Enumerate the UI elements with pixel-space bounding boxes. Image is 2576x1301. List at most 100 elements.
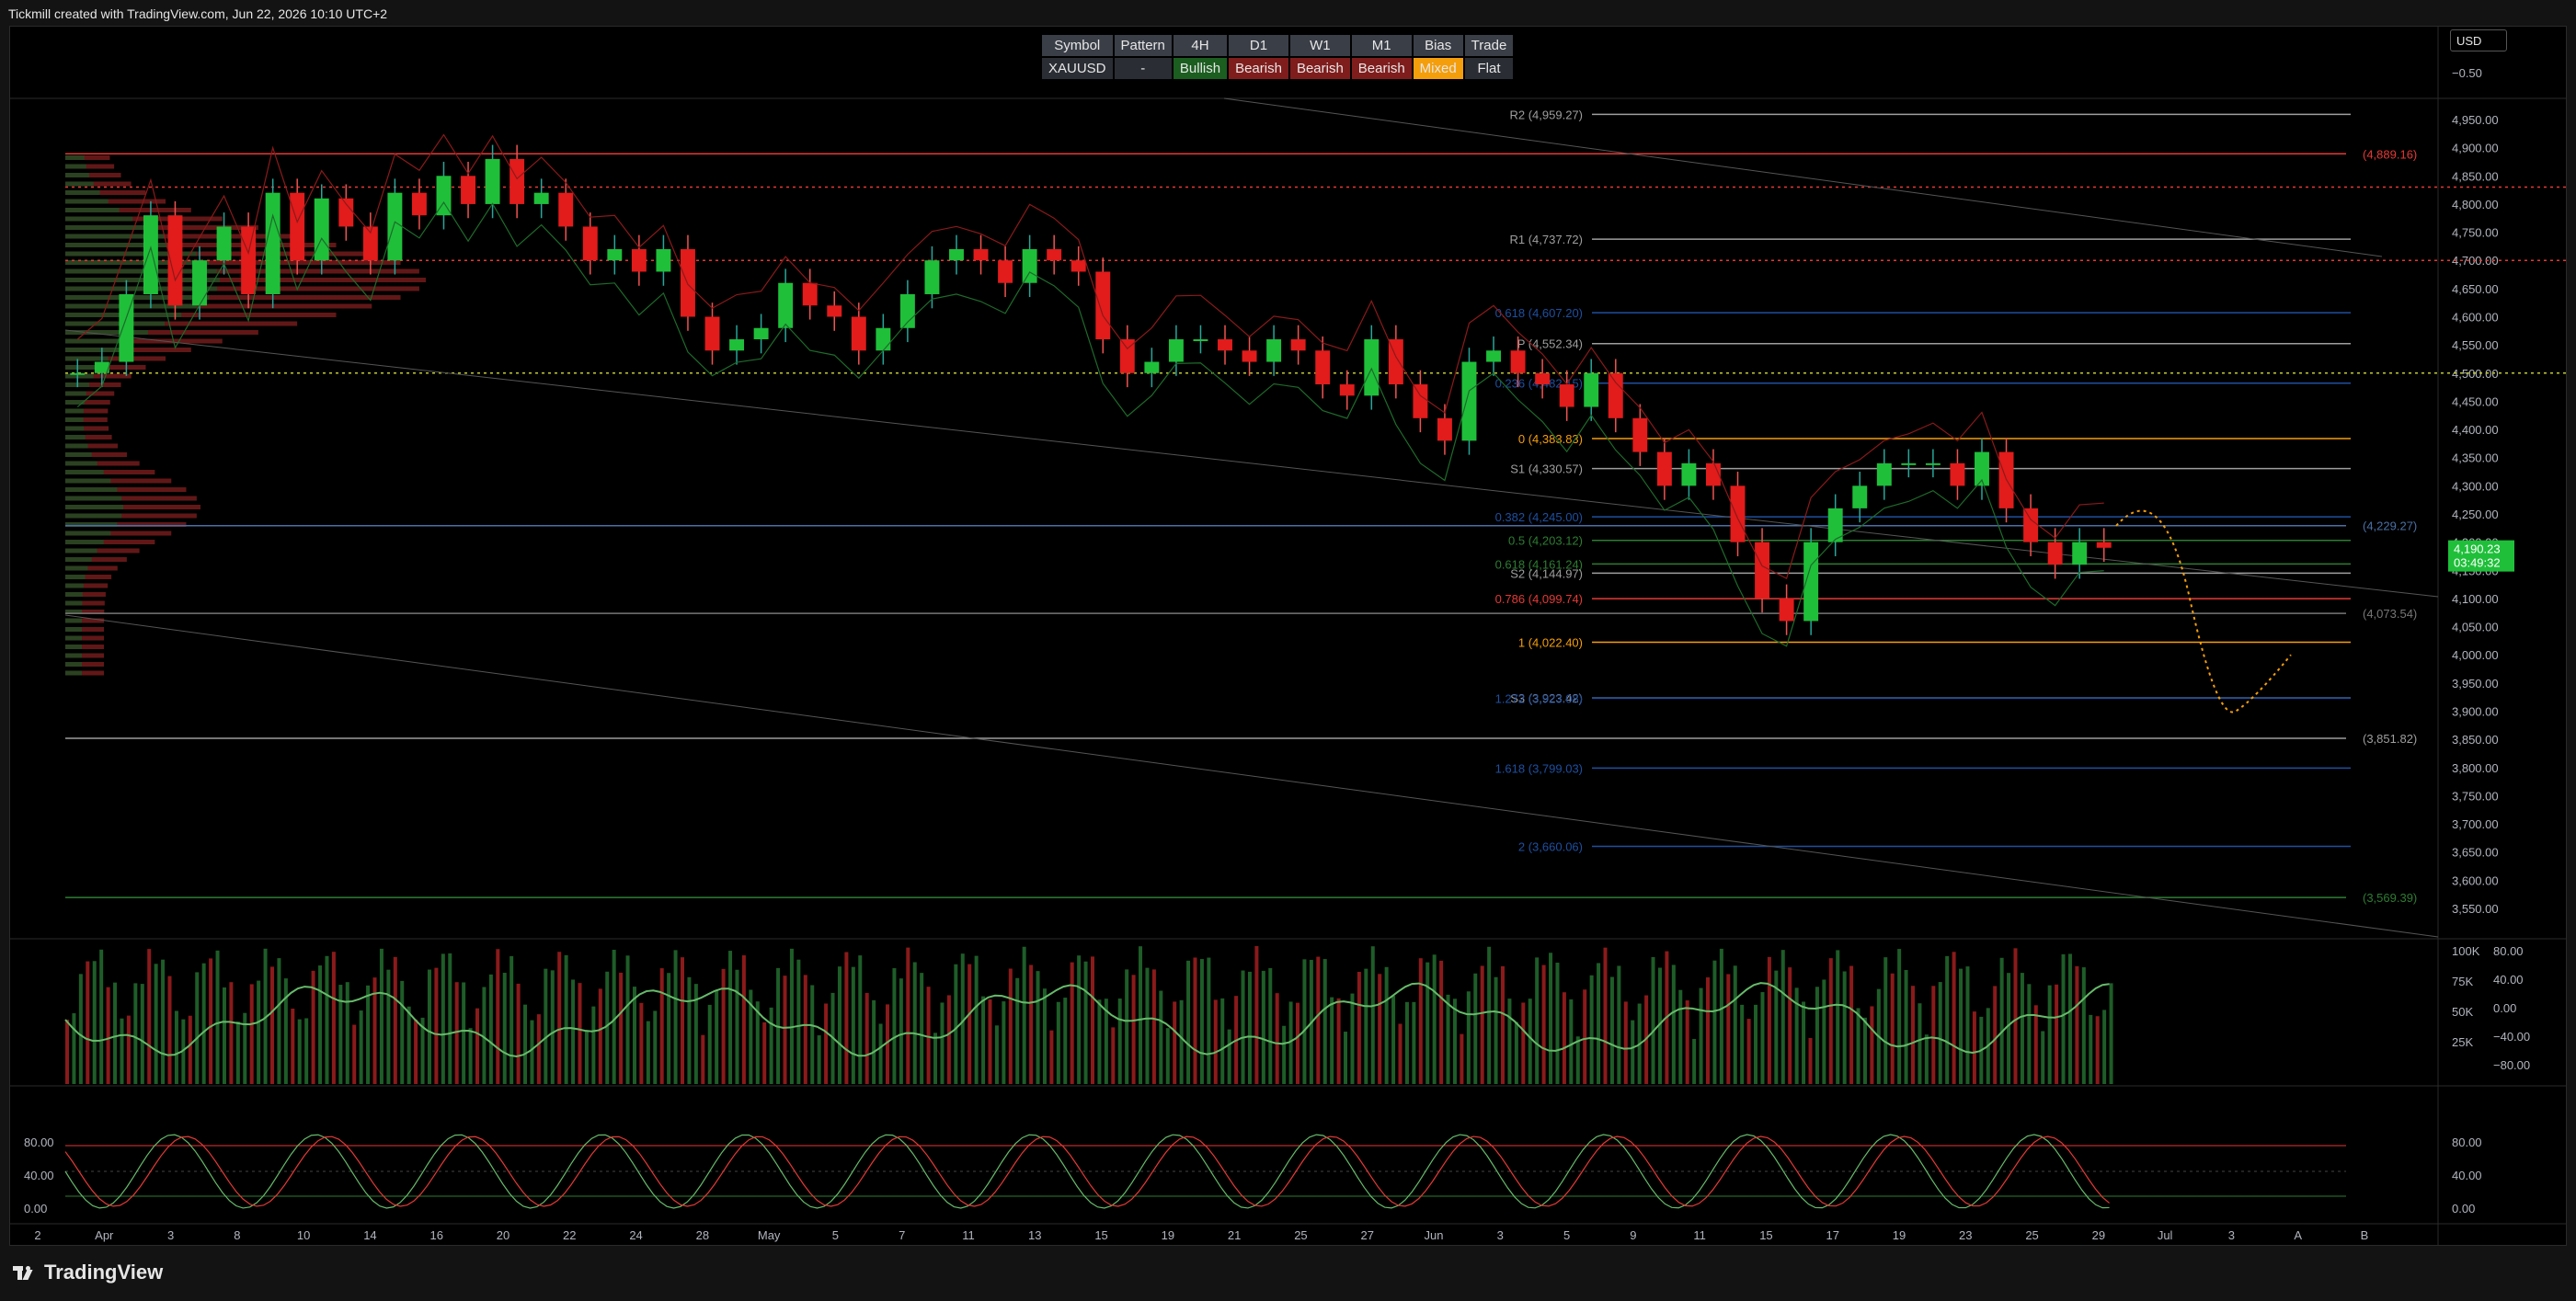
stoch-tick-right: 80.00: [2452, 1136, 2482, 1149]
volume-profile-bar: [65, 417, 84, 422]
candle: [509, 158, 525, 204]
candle: [2047, 542, 2063, 565]
volume-bar: [1828, 958, 1833, 1084]
volume-profile-bar: [65, 208, 120, 212]
level-label: (4,889.16): [2363, 147, 2417, 161]
candle: [216, 226, 232, 261]
currency-button[interactable]: USD: [2450, 29, 2507, 51]
x-tick-label: 3: [1497, 1228, 1504, 1242]
candle: [558, 192, 574, 227]
trend-line: [1223, 97, 2383, 257]
x-tick-label: 15: [1094, 1228, 1107, 1242]
candle: [314, 198, 329, 261]
volume-bar: [1870, 1006, 1874, 1084]
volume-bar: [1117, 999, 1122, 1084]
countdown-label: 03:49:32: [2454, 556, 2501, 570]
x-tick-label: 19: [1893, 1228, 1906, 1242]
stoch-tick-right: 40.00: [2452, 1169, 2482, 1182]
volume-bar: [1275, 993, 1279, 1084]
volume-bar: [1692, 1038, 1697, 1084]
level-label: 0.786 (4,099.74): [1495, 592, 1583, 606]
candle: [387, 192, 403, 261]
volume-bar: [1008, 968, 1013, 1084]
x-tick-label: 25: [1294, 1228, 1307, 1242]
volume-bar: [1719, 948, 1723, 1084]
bias-value-4h: Bullish: [1173, 58, 1228, 79]
band-line: [76, 133, 2104, 580]
y-tick-label: 4,800.00: [2452, 198, 2499, 211]
bias-value-trade: Flat: [1464, 58, 1514, 79]
x-tick-label: 15: [1759, 1228, 1772, 1242]
volume-bar: [120, 1018, 124, 1084]
volume-bar: [1671, 964, 1676, 1084]
candle: [973, 248, 989, 261]
volume-bar: [1002, 1001, 1006, 1084]
volume-bar: [858, 955, 863, 1084]
volume-bar: [762, 1021, 767, 1084]
volume-bar: [1856, 1008, 1860, 1084]
tradingview-brand[interactable]: TradingView: [13, 1261, 163, 1284]
header-bar: Tickmill created with TradingView.com, J…: [0, 0, 2576, 26]
level-label: 0.618 (4,607.20): [1495, 306, 1583, 320]
volume-osc-tick: −80.00: [2493, 1058, 2530, 1072]
volume-bar: [2109, 983, 2113, 1084]
x-tick-label: 5: [1563, 1228, 1570, 1242]
volume-bar: [318, 965, 323, 1084]
volume-bar: [1111, 1027, 1116, 1084]
volume-bar: [1862, 1017, 1867, 1084]
volume-bar: [502, 972, 507, 1084]
level-label: 0.5 (4,203.12): [1508, 534, 1583, 548]
volume-bar: [1706, 977, 1710, 1084]
x-tick-label: 10: [297, 1228, 310, 1242]
x-tick-label: 28: [696, 1228, 709, 1242]
volume-bar: [1712, 960, 1717, 1084]
volume-bar: [1151, 969, 1156, 1084]
volume-bar: [728, 951, 733, 1084]
candle: [1095, 271, 1111, 340]
level-label: (3,851.82): [2363, 732, 2417, 746]
volume-bar: [174, 1010, 178, 1084]
volume-tick: 50K: [2452, 1005, 2473, 1019]
volume-profile-bar: [65, 190, 100, 195]
candle: [1315, 350, 1331, 385]
volume-bar: [65, 1020, 69, 1084]
volume-bar: [1404, 1001, 1409, 1084]
volume-bar: [1145, 967, 1150, 1084]
volume-bar: [1063, 998, 1068, 1084]
volume-bar: [2047, 985, 2052, 1084]
volume-bar: [994, 1025, 999, 1084]
candle: [1461, 361, 1477, 441]
volume-bar: [1589, 975, 1594, 1084]
y-tick-label: 3,950.00: [2452, 677, 2499, 690]
volume-profile-bar: [65, 408, 84, 414]
x-tick-label: 5: [832, 1228, 839, 1242]
level-label: 1.272 (3,923.08): [1495, 691, 1583, 705]
candle: [1144, 361, 1160, 373]
volume-bar: [1425, 962, 1430, 1084]
volume-bar: [283, 978, 288, 1084]
candle: [1950, 462, 1965, 486]
top-scale-label: −0.50: [2452, 66, 2482, 80]
volume-bar: [1179, 999, 1184, 1084]
volume-bar: [1555, 963, 1560, 1084]
y-tick-label: 4,950.00: [2452, 113, 2499, 127]
bias-value-pattern: -: [1114, 58, 1172, 79]
volume-bar: [1965, 966, 1970, 1084]
volume-profile-bar: [65, 670, 83, 676]
volume-profile-bar: [65, 478, 111, 484]
volume-bar: [2075, 965, 2079, 1084]
volume-profile-bar: [65, 548, 97, 553]
volume-bar: [325, 955, 329, 1084]
y-tick-label: 4,000.00: [2452, 648, 2499, 662]
volume-bar: [940, 1002, 945, 1084]
volume-bar: [1754, 1004, 1758, 1084]
volume-bar: [1521, 1002, 1526, 1084]
x-tick-label: B: [2361, 1228, 2369, 1242]
volume-bar: [2081, 967, 2086, 1084]
volume-bar: [1165, 1028, 1170, 1084]
chart-area[interactable]: 4,950.00 4,900.00 4,850.00 4,800.00 4,750.00…: [9, 26, 2567, 1246]
chart-svg[interactable]: 4,950.00 4,900.00 4,850.00 4,800.00 4,750.00…: [10, 27, 2566, 1245]
candle: [729, 339, 745, 351]
y-tick-label: 3,700.00: [2452, 817, 2499, 831]
y-tick-label: 4,750.00: [2452, 226, 2499, 240]
